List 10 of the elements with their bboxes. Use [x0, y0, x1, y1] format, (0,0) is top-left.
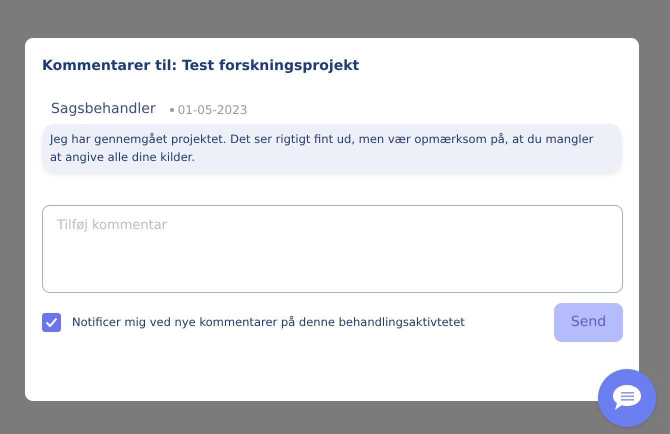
chat-bubble-icon — [611, 383, 643, 413]
notify-checkbox[interactable] — [42, 313, 61, 332]
dialog-title: Kommentarer til: Test forskningsprojekt — [42, 57, 360, 76]
comment-author: Sagsbehandler — [51, 100, 156, 119]
bullet-icon — [170, 108, 174, 112]
check-icon — [45, 317, 58, 328]
notify-label: Notificer mig ved nye kommentarer på denne behandlingsaktivtetet — [72, 314, 465, 331]
comment-text: Jeg har gennemgået projektet. Det ser rigtigt fint ud, men vær opmærksom på, at du mangler at angive alle dine kilder. — [50, 131, 594, 166]
comment-field[interactable]: Tilføj kommentar — [42, 205, 623, 293]
comment-date: 01-05-2023 — [178, 102, 248, 118]
